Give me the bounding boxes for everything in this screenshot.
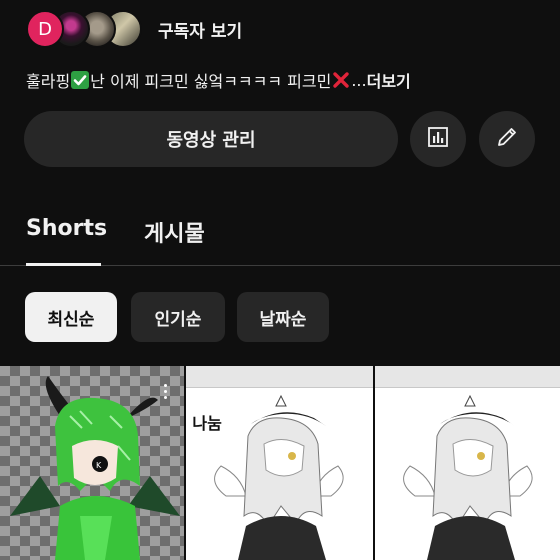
- description-text: 난 이제 피크민 싫엌ㅋㅋㅋㅋ 피크민: [90, 72, 332, 91]
- content-tabs: Shorts 게시물: [0, 196, 560, 266]
- shorts-grid: K 나눔: [0, 366, 560, 560]
- maid-character-image: [214, 394, 344, 560]
- check-mark-icon: [71, 71, 90, 89]
- avatar-letter: D: [38, 18, 52, 40]
- description-text: 훌라핑: [26, 72, 71, 91]
- subscriber-avatar: D: [26, 10, 64, 48]
- more-link[interactable]: 더보기: [367, 68, 411, 92]
- description-ellipsis: ...: [351, 70, 367, 90]
- active-tab-indicator: [26, 263, 101, 266]
- edit-channel-button[interactable]: [479, 111, 535, 167]
- sort-chip-popular[interactable]: 인기순: [131, 292, 225, 342]
- tab-posts[interactable]: 게시물: [144, 216, 205, 248]
- green-character-image: K: [10, 376, 180, 560]
- more-options-icon[interactable]: [164, 384, 168, 402]
- tab-shorts[interactable]: Shorts: [26, 216, 107, 241]
- short-thumbnail[interactable]: [374, 366, 560, 560]
- short-thumbnail[interactable]: 나눔: [186, 366, 373, 560]
- subscriber-row[interactable]: D 구독자 보기: [26, 10, 242, 48]
- svg-text:K: K: [96, 461, 102, 470]
- analytics-button[interactable]: [410, 111, 466, 167]
- manage-videos-label: 동영상 관리: [166, 130, 256, 151]
- pencil-icon: [494, 124, 520, 154]
- short-thumbnail[interactable]: K: [0, 366, 185, 560]
- view-subscribers-link[interactable]: 구독자 보기: [158, 17, 242, 42]
- sort-chip-date[interactable]: 날짜순: [237, 292, 329, 342]
- manage-videos-button[interactable]: 동영상 관리: [24, 111, 398, 167]
- sort-chip-latest[interactable]: 최신순: [25, 292, 117, 342]
- channel-description[interactable]: 훌라핑 난 이제 피크민 싫엌ㅋㅋㅋㅋ 피크민 ... 더보기: [26, 68, 411, 92]
- maid-character-image: [402, 394, 533, 560]
- cross-mark-icon: [332, 71, 350, 89]
- bar-chart-icon: [426, 125, 450, 153]
